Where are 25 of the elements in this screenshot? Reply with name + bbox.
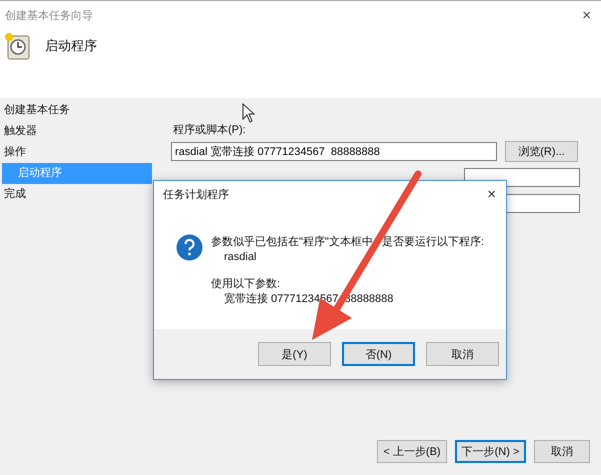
question-icon: [176, 234, 203, 261]
window-title: 创建基本任务向导: [5, 8, 93, 22]
field-label: 程序或脚本(P):: [173, 122, 247, 137]
wizard-button[interactable]: 下一步(N) >: [455, 440, 526, 463]
sidebar-item[interactable]: 触发器: [0, 121, 152, 142]
sidebar-item[interactable]: 操作: [0, 142, 152, 163]
arguments-text: 宽带连接 07771234567 88888888: [223, 292, 394, 307]
cursor-icon: [242, 103, 256, 123]
sidebar-item[interactable]: 创建基本任务: [0, 100, 152, 121]
sidebar-item[interactable]: 完成: [0, 184, 152, 205]
dialog-button[interactable]: 否(N): [342, 342, 415, 366]
arguments-label: 使用以下参数:: [211, 277, 282, 292]
close-button[interactable]: ×: [578, 6, 595, 24]
clock-icon: [3, 31, 31, 61]
wizard-button[interactable]: < 上一步(B): [377, 440, 447, 463]
browse-button[interactable]: 浏览(R)...: [505, 141, 578, 162]
dialog-button[interactable]: 取消: [426, 342, 499, 366]
dialog-message: 参数似乎已包括在"程序"文本框中 是否要运行以下程序:: [211, 235, 484, 250]
program-name: rasdial: [223, 250, 258, 265]
dialog-title: 任务计划程序: [163, 188, 229, 202]
close-button[interactable]: ×: [483, 186, 500, 203]
program-field[interactable]: rasdial 宽带连接 07771234567 88888888: [171, 142, 497, 161]
page-heading: 启动程序: [45, 37, 97, 55]
wizard-button[interactable]: 取消: [534, 440, 590, 463]
dialog-button[interactable]: 是(Y): [258, 342, 331, 366]
